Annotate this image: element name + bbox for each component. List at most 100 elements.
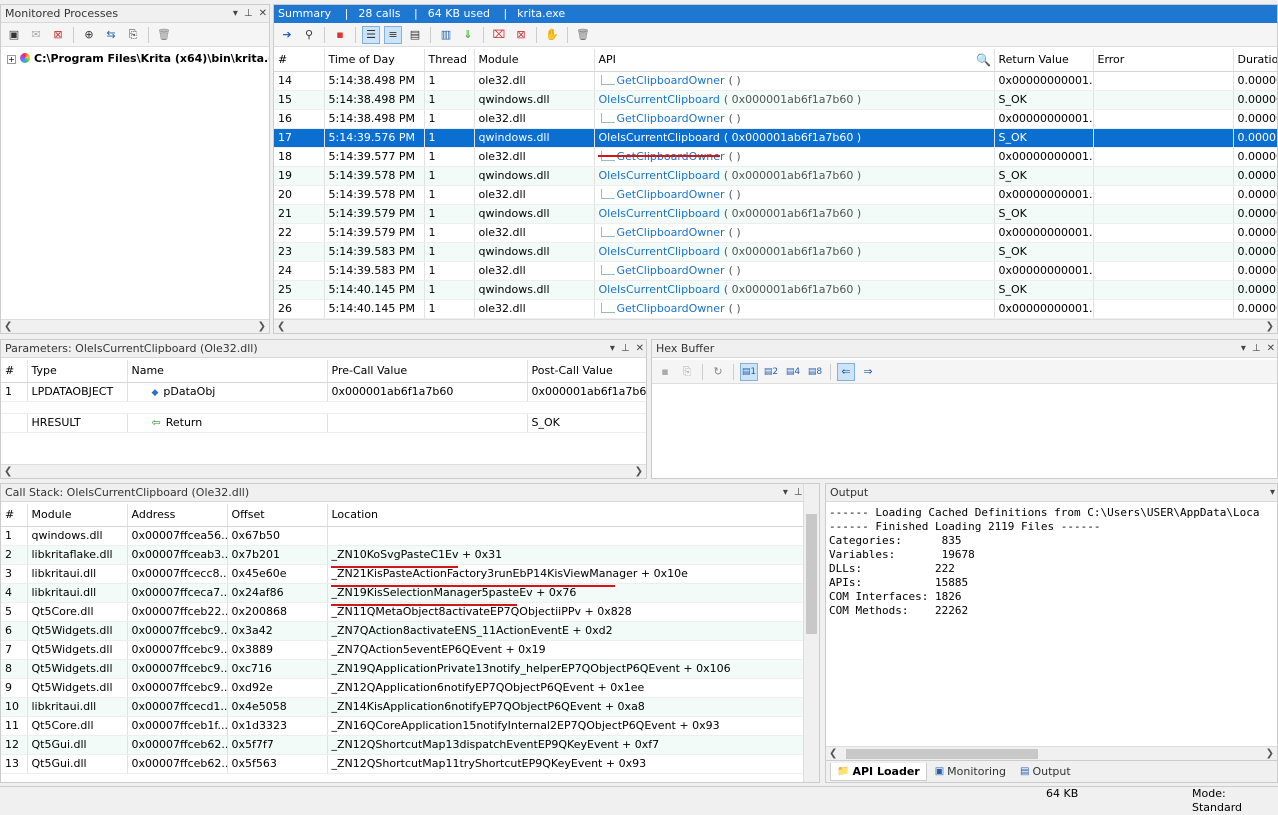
- stack-header-cell[interactable]: Module: [27, 504, 128, 527]
- table-row[interactable]: 17 5:14:39.576 PM 1 qwindows.dll OleIsCurren…: [274, 128, 1277, 148]
- params-header-cell[interactable]: Name: [127, 360, 328, 383]
- calls-header-cell[interactable]: Error: [1093, 49, 1234, 72]
- table-row[interactable]: 19 5:14:39.578 PM 1 qwindows.dll OleIsCurren…: [274, 166, 1277, 186]
- calls-header-cell[interactable]: Thread: [424, 49, 475, 72]
- hand-icon[interactable]: ✋: [543, 26, 561, 44]
- process-tree-item[interactable]: + C:\Program Files\Krita (x64)\bin\krita.…: [7, 52, 269, 65]
- calls-hscroll[interactable]: ❮ ❯: [274, 319, 1277, 333]
- params-header-cell[interactable]: #: [1, 360, 28, 383]
- params-header-cell[interactable]: Type: [27, 360, 128, 383]
- close-icon[interactable]: ✕: [636, 340, 644, 358]
- hscroll-thumb[interactable]: [846, 749, 1038, 759]
- cell-api[interactable]: GetClipboardOwner( ): [594, 261, 995, 281]
- table-row[interactable]: 15 5:14:38.498 PM 1 qwindows.dll OleIsCurren…: [274, 90, 1277, 110]
- scroll-down-icon[interactable]: ⇓: [459, 26, 477, 44]
- big-endian-icon[interactable]: ⇒: [859, 363, 877, 381]
- pin-icon[interactable]: ⊥: [244, 5, 253, 23]
- cell-api[interactable]: OleIsCurrentClipboard( 0x000001ab6f1a7b6…: [594, 204, 995, 224]
- calls-header-cell[interactable]: Module: [474, 49, 595, 72]
- swap-icon[interactable]: ⇆: [102, 26, 120, 44]
- call-stack-vscroll[interactable]: [803, 484, 819, 782]
- stack-row[interactable]: 1 qwindows.dll 0x00007ffcea56... 0x67b50: [1, 526, 804, 546]
- copy-icon[interactable]: ⎘: [678, 363, 696, 381]
- dropdown-icon[interactable]: ▾: [1270, 484, 1275, 502]
- dropdown-icon[interactable]: ▾: [1241, 340, 1246, 358]
- scroll-left-icon[interactable]: ❮: [277, 321, 285, 332]
- scroll-left-icon[interactable]: ❮: [4, 466, 12, 477]
- export-icon[interactable]: ⎘: [124, 26, 142, 44]
- calls-header-cell[interactable]: Duration: [1233, 49, 1277, 72]
- stack-row[interactable]: 12 Qt5Gui.dll 0x00007ffceb62... 0x5f7f7 _ZN1…: [1, 735, 804, 755]
- table-row[interactable]: 21 5:14:39.579 PM 1 qwindows.dll OleIsCurren…: [274, 204, 1277, 224]
- table-row[interactable]: 23 5:14:39.583 PM 1 qwindows.dll OleIsCurren…: [274, 242, 1277, 262]
- stack-row[interactable]: 9 Qt5Widgets.dll 0x00007ffcebc9... 0xd92e _Z…: [1, 678, 804, 698]
- scroll-left-icon[interactable]: ❮: [4, 321, 12, 332]
- table-row[interactable]: 20 5:14:39.578 PM 1 ole32.dll GetClipboardOw…: [274, 185, 1277, 205]
- table-row[interactable]: 26 5:14:40.145 PM 1 ole32.dll GetClipboardOw…: [274, 299, 1277, 319]
- dropdown-icon[interactable]: ▾: [783, 484, 788, 502]
- tab-api-loader[interactable]: 📁 API Loader: [830, 762, 927, 781]
- cell-api[interactable]: OleIsCurrentClipboard( 0x000001ab6f1a7b6…: [594, 128, 995, 148]
- pin-icon[interactable]: ⊥: [794, 484, 803, 502]
- cell-api[interactable]: OleIsCurrentClipboard( 0x000001ab6f1a7b6…: [594, 280, 995, 300]
- scroll-right-icon[interactable]: ❯: [258, 321, 266, 332]
- table-row[interactable]: 22 5:14:39.579 PM 1 ole32.dll GetClipboardOw…: [274, 223, 1277, 243]
- close-icon[interactable]: ✕: [259, 5, 267, 23]
- goto-arrow-icon[interactable]: ➔: [278, 26, 296, 44]
- byte1-view-icon[interactable]: ▤1: [740, 362, 758, 381]
- column-view-icon[interactable]: ▤: [406, 26, 424, 44]
- scroll-right-icon[interactable]: ❯: [1266, 748, 1274, 759]
- cell-api[interactable]: GetClipboardOwner( ): [594, 299, 995, 319]
- param-row[interactable]: 1 LPDATAOBJECT ◆ pDataObj 0x000001ab6f1a7b60…: [1, 382, 646, 402]
- stack-header-cell[interactable]: Location: [327, 504, 804, 527]
- pin-icon[interactable]: ⊥: [1252, 340, 1261, 358]
- close-icon[interactable]: ✕: [1267, 340, 1275, 358]
- vscroll-thumb[interactable]: [806, 514, 817, 634]
- table-row[interactable]: 14 5:14:38.498 PM 1 ole32.dll GetClipboardOw…: [274, 71, 1277, 91]
- crosshair-icon[interactable]: ⊕: [80, 26, 98, 44]
- cell-api[interactable]: GetClipboardOwner( ): [594, 109, 995, 129]
- pin-icon[interactable]: ⊥: [621, 340, 630, 358]
- tab-monitoring[interactable]: ▣ Monitoring: [929, 763, 1012, 780]
- tree-view-icon[interactable]: ☰: [362, 25, 380, 44]
- return-row[interactable]: HRESULT ⇦ Return S_OK: [1, 413, 646, 433]
- stack-header-cell[interactable]: Offset: [227, 504, 328, 527]
- color-filter-icon[interactable]: ▪: [331, 26, 349, 44]
- params-header-cell[interactable]: Pre-Call Value: [327, 360, 528, 383]
- monitor-new-icon[interactable]: ▣: [5, 26, 23, 44]
- calls-header-cell[interactable]: API: [594, 49, 995, 72]
- stack-row[interactable]: 13 Qt5Gui.dll 0x00007ffceb62... 0x5f563 _ZN1…: [1, 754, 804, 774]
- stack-row[interactable]: 11 Qt5Core.dll 0x00007ffceb1f... 0x1d3323 _Z…: [1, 716, 804, 736]
- byte8-view-icon[interactable]: ▤8: [806, 363, 824, 381]
- refresh-icon[interactable]: ↻: [709, 363, 727, 381]
- little-endian-icon[interactable]: ⇐: [837, 362, 855, 381]
- api-filter-icon[interactable]: ⌧: [490, 26, 508, 44]
- stack-header-cell[interactable]: #: [1, 504, 28, 527]
- cell-api[interactable]: GetClipboardOwner( ): [594, 223, 995, 243]
- dropdown-icon[interactable]: ▾: [610, 340, 615, 358]
- expand-icon[interactable]: +: [7, 55, 16, 64]
- columns-icon[interactable]: ▥: [437, 26, 455, 44]
- cell-api[interactable]: OleIsCurrentClipboard( 0x000001ab6f1a7b6…: [594, 166, 995, 186]
- clear-filter-icon[interactable]: ⊠: [512, 26, 530, 44]
- stack-row[interactable]: 6 Qt5Widgets.dll 0x00007ffcebc9... 0x3a42 _Z…: [1, 621, 804, 641]
- cell-api[interactable]: OleIsCurrentClipboard( 0x000001ab6f1a7b6…: [594, 90, 995, 110]
- list-view-icon[interactable]: ≡: [384, 25, 402, 44]
- cell-api[interactable]: GetClipboardOwner( ): [594, 71, 995, 91]
- search-icon[interactable]: 🔍: [976, 53, 991, 67]
- byte2-view-icon[interactable]: ▤2: [762, 363, 780, 381]
- mail-icon[interactable]: ✉: [27, 26, 45, 44]
- stack-header-cell[interactable]: Address: [127, 504, 228, 527]
- calls-header-cell[interactable]: Return Value: [994, 49, 1094, 72]
- scroll-left-icon[interactable]: ❮: [829, 748, 837, 759]
- delete-icon[interactable]: 🗑: [574, 26, 592, 44]
- calls-header-cell[interactable]: Time of Day: [324, 49, 425, 72]
- scroll-right-icon[interactable]: ❯: [635, 466, 643, 477]
- scroll-right-icon[interactable]: ❯: [1266, 321, 1274, 332]
- table-row[interactable]: 185:14:39.577 PM1ole32.dllGetClipboardOw…: [274, 147, 1277, 167]
- params-header-cell[interactable]: Post-Call Value: [527, 360, 646, 383]
- cell-api[interactable]: GetClipboardOwner( ): [594, 185, 995, 205]
- save-icon[interactable]: ▪: [656, 363, 674, 381]
- cell-api[interactable]: OleIsCurrentClipboard( 0x000001ab6f1a7b6…: [594, 242, 995, 262]
- stack-row[interactable]: 2 libkritaflake.dll 0x00007ffceab3... 0x7b2…: [1, 545, 804, 565]
